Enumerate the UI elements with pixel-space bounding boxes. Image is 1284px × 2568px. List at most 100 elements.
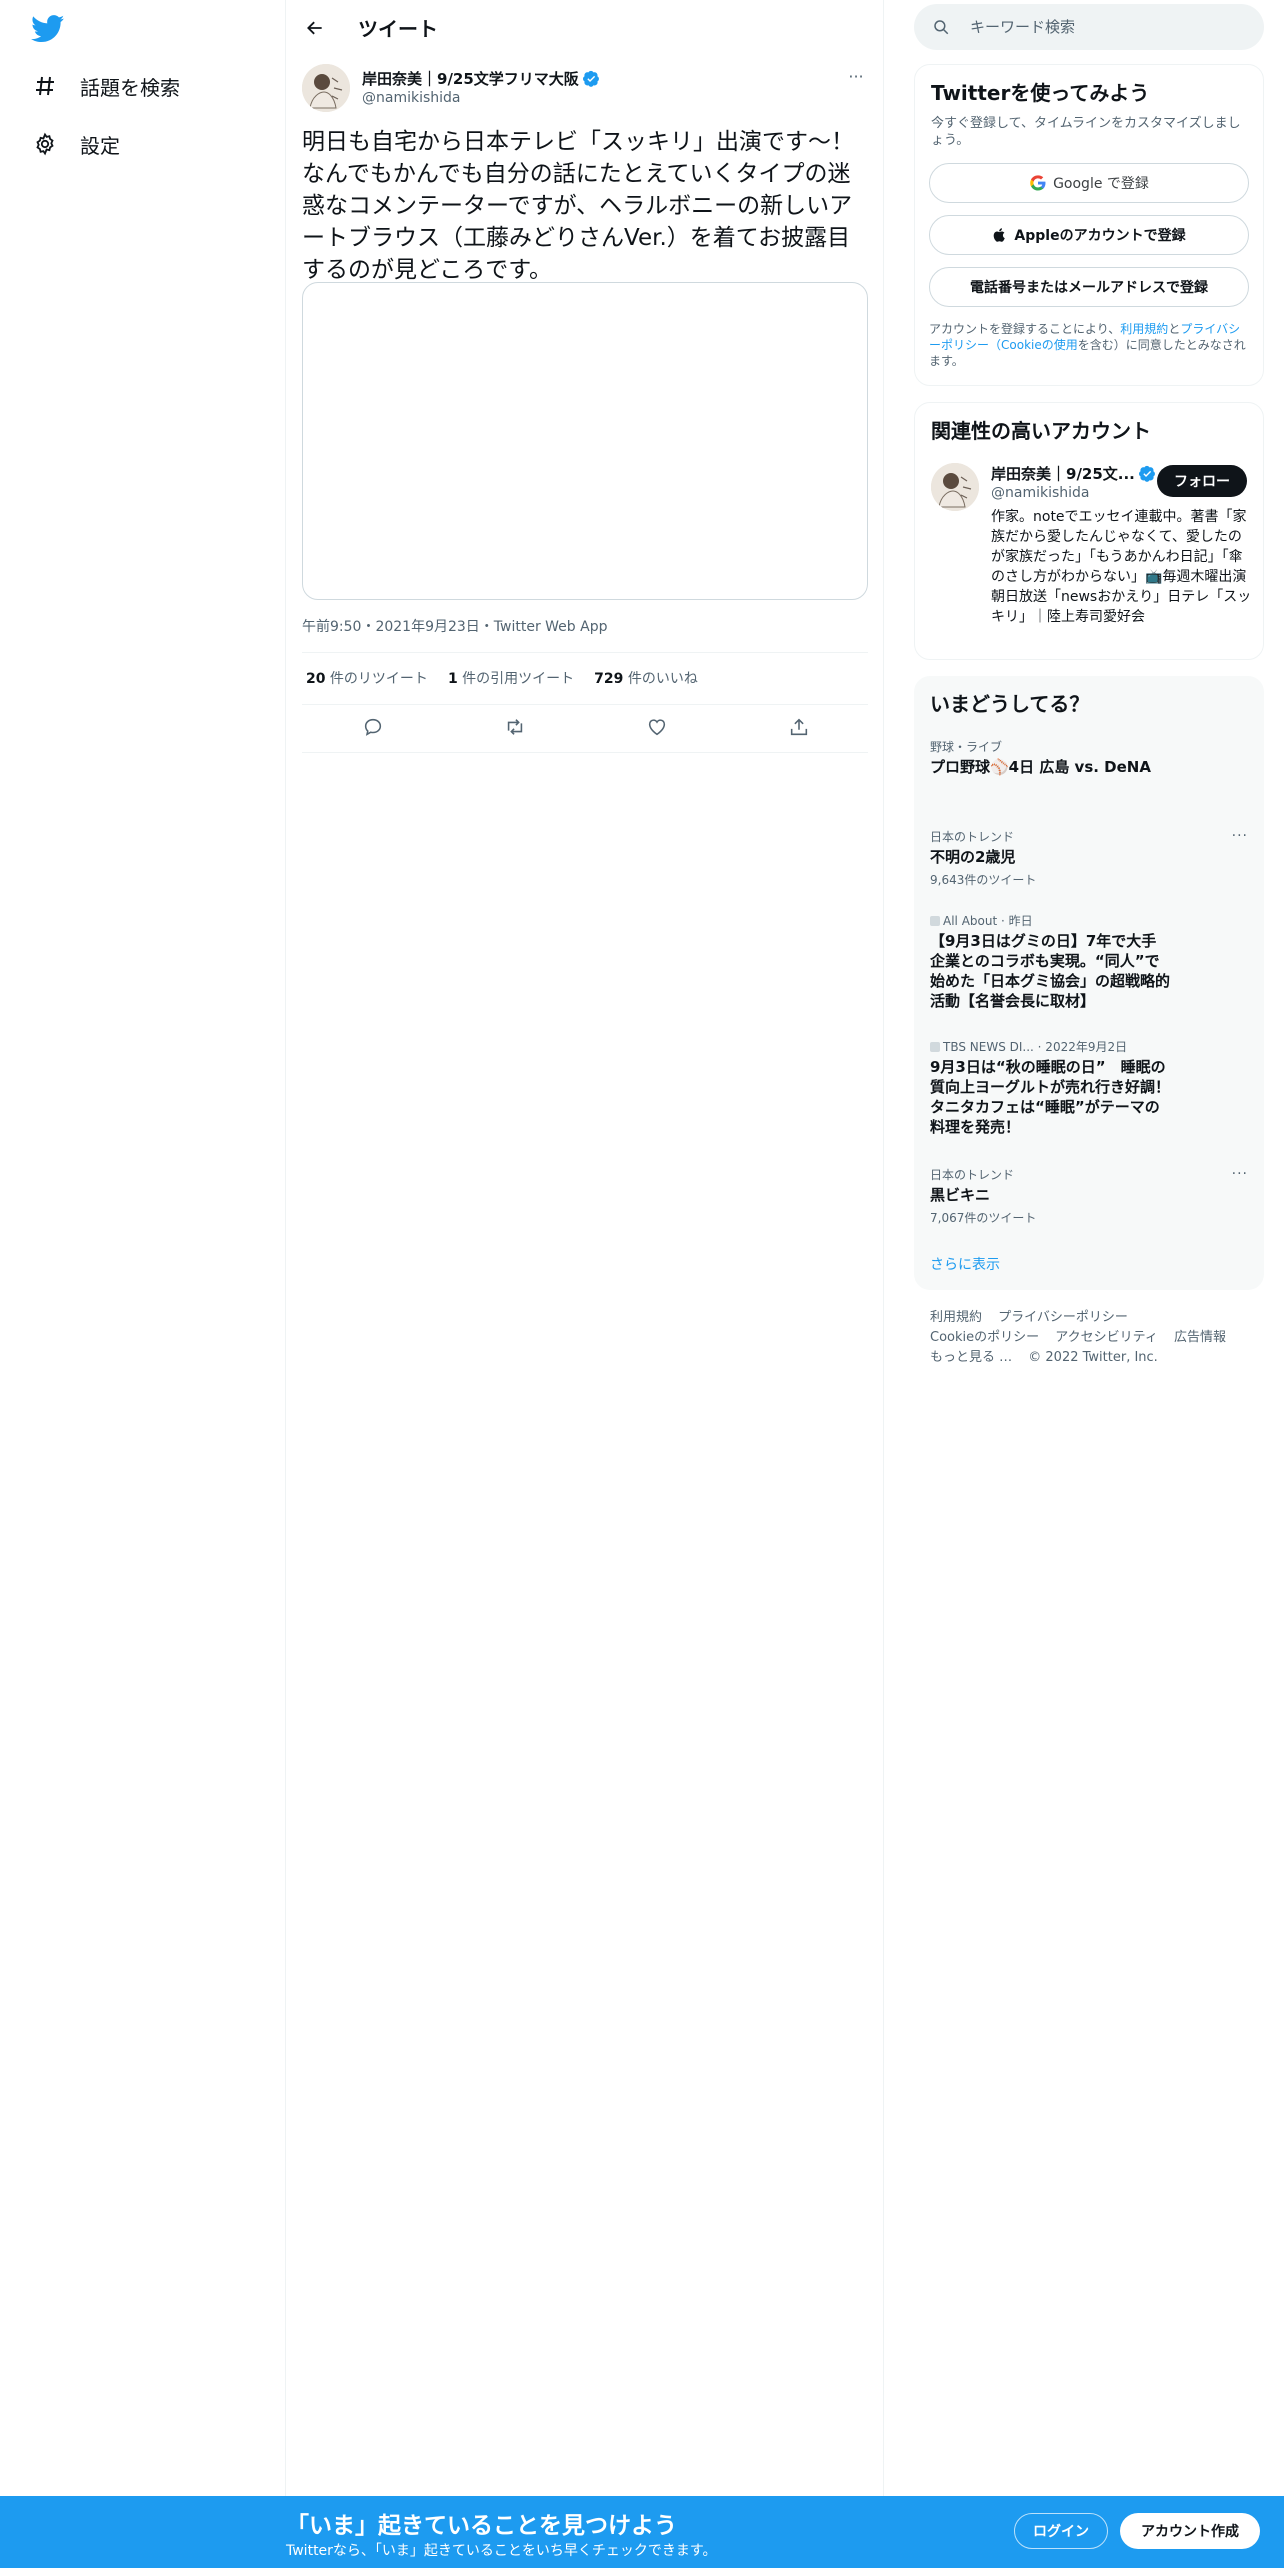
author-handle[interactable]: @namikishida — [362, 90, 461, 106]
quote-count[interactable]: 1 件の引用ツイート — [448, 668, 574, 688]
signup-subtitle: 今すぐ登録して、タイムラインをカスタマイズしましょう。 — [931, 116, 1241, 148]
divider — [302, 752, 868, 753]
back-button[interactable] — [298, 11, 332, 45]
page-title: ツイート — [358, 17, 438, 41]
footer-link-cookies[interactable]: Cookieのポリシー — [930, 1330, 1039, 1345]
apple-signup-button[interactable]: Appleのアカウントで登録 — [929, 215, 1249, 255]
main-column: ツイート 岸田奈美｜9/25文学フリマ大阪 @namikishida ··· 明… — [286, 0, 884, 2568]
news-source: All About · 昨日 — [943, 914, 1033, 928]
reply-icon — [364, 718, 382, 736]
trend-count: 9,643件のツイート — [930, 873, 1037, 887]
bottom-bar-title: 「いま」起きていることを見つけよう — [286, 2513, 677, 2539]
bottom-bar-subtitle: Twitterなら、「いま」起きていることをいち早くチェックできます。 — [286, 2543, 717, 2559]
twitter-bird-icon[interactable] — [31, 15, 65, 43]
hashtag-icon — [30, 71, 60, 101]
trend-more-button[interactable]: ··· — [1232, 1166, 1248, 1182]
avatar[interactable] — [931, 463, 979, 511]
bottom-signup-bar: 「いま」起きていることを見つけよう Twitterなら、「いま」起きていることを… — [0, 2496, 1284, 2568]
nav-explore[interactable]: 話題を検索 — [30, 64, 180, 108]
show-more-link[interactable]: さらに表示 — [930, 1254, 1000, 1274]
left-nav: 話題を検索 設定 — [0, 0, 286, 2568]
terms-link[interactable]: 利用規約 — [1120, 322, 1168, 336]
google-signup-button[interactable]: Google で登録 — [929, 163, 1249, 203]
trend-news-item[interactable]: All About · 昨日 【9月3日はグミの日】7年で大手企業とのコラボも実… — [930, 912, 1248, 1011]
like-count[interactable]: 729 件のいいね — [594, 668, 698, 688]
footer-link-accessibility[interactable]: アクセシビリティ — [1055, 1330, 1158, 1345]
trend-more-button[interactable]: ··· — [1232, 828, 1248, 844]
tweet-text: 明日も自宅から日本テレビ「スッキリ」出演です〜！なんでもかんでも自分の話にたとえ… — [302, 129, 854, 283]
trend-title: プロ野球⚾4日 広島 vs. DeNA — [930, 758, 1151, 776]
nav-settings[interactable]: 設定 — [30, 122, 120, 166]
trend-context: 日本のトレンド — [930, 830, 1015, 844]
create-account-button[interactable]: アカウント作成 — [1120, 2513, 1260, 2549]
phone-signup-button[interactable]: 電話番号またはメールアドレスで登録 — [929, 267, 1249, 307]
phone-signup-label: 電話番号またはメールアドレスで登録 — [970, 280, 1208, 296]
divider — [302, 704, 868, 705]
retweet-count[interactable]: 20 件のリツイート — [306, 668, 428, 688]
signup-title: Twitterを使ってみよう — [931, 81, 1150, 105]
footer-copyright: © 2022 Twitter, Inc. — [1028, 1350, 1158, 1365]
heart-icon — [648, 719, 666, 736]
retweet-icon — [507, 719, 523, 735]
tweet-timestamp[interactable]: 午前9:50・2021年9月23日・Twitter Web App — [302, 616, 607, 636]
trend-count: 7,067件のツイート — [930, 1211, 1037, 1225]
related-title: 関連性の高いアカウント — [931, 419, 1151, 443]
trend-context: 日本のトレンド — [930, 1168, 1015, 1182]
more-options-button[interactable]: ··· — [844, 66, 868, 86]
related-account-handle[interactable]: @namikishida — [991, 485, 1090, 501]
share-button[interactable] — [784, 712, 814, 742]
trend-title: 9月3日は“秋の睡眠の日” 睡眠の質向上ヨーグルトが売れ行き好調！ タニタカフェ… — [930, 1058, 1186, 1136]
signup-card: Twitterを使ってみよう 今すぐ登録して、タイムラインをカスタマイズしましょ… — [914, 64, 1264, 386]
news-source-icon — [930, 1041, 940, 1052]
search-input[interactable] — [970, 12, 1250, 42]
follow-button[interactable]: フォロー — [1157, 465, 1247, 497]
tweet-stats: 20 件のリツイート 1 件の引用ツイート 729 件のいいね — [306, 668, 698, 688]
related-account-bio: 作家。noteでエッセイ連載中。著書「家族だから愛したんじゃなくて、愛したのが家… — [991, 509, 1252, 625]
avatar[interactable] — [302, 64, 350, 112]
legal-text: アカウントを登録することにより、利用規約とプライバシーポリシー（Cookieの使… — [929, 321, 1251, 369]
related-account-name[interactable]: 岸田奈美｜9/25文... — [991, 463, 1156, 484]
related-accounts-card: 関連性の高いアカウント 岸田奈美｜9/25文... @namikishida フ… — [914, 402, 1264, 660]
verified-badge-icon — [582, 70, 599, 87]
tweet-actions — [302, 708, 868, 748]
trends-card: いまどうしてる？ 野球・ライブ プロ野球⚾4日 広島 vs. DeNA 日本のト… — [914, 676, 1264, 1290]
footer-link-privacy[interactable]: プライバシーポリシー — [998, 1310, 1128, 1325]
footer-link-more[interactable]: もっと見る … — [930, 1350, 1012, 1365]
apple-icon — [994, 228, 1006, 242]
related-account-name-text: 岸田奈美｜9/25文... — [991, 465, 1135, 483]
footer-link-ads[interactable]: 広告情報 — [1174, 1330, 1226, 1345]
trend-item[interactable]: 野球・ライブ プロ野球⚾4日 広島 vs. DeNA — [930, 738, 1248, 777]
google-signup-label: Google で登録 — [1053, 176, 1149, 192]
footer-link-terms[interactable]: 利用規約 — [930, 1310, 982, 1325]
trend-context: TBS NEWS DI... · 2022年9月2日 — [930, 1038, 1248, 1055]
login-button[interactable]: ログイン — [1014, 2513, 1108, 2549]
like-button[interactable] — [642, 712, 672, 742]
gear-icon — [30, 129, 60, 159]
media-card[interactable] — [302, 282, 868, 600]
share-icon — [790, 718, 808, 736]
search-icon — [932, 18, 950, 40]
author-name-text: 岸田奈美｜9/25文学フリマ大阪 — [362, 70, 579, 88]
footer-links: 利用規約 プライバシーポリシー Cookieのポリシー アクセシビリティ 広告情… — [930, 1308, 1260, 1368]
trend-item[interactable]: 日本のトレンド 不明の2歳児 9,643件のツイート ··· — [930, 828, 1248, 888]
legal-prefix: アカウントを登録することにより、 — [929, 322, 1121, 336]
trend-context: All About · 昨日 — [930, 912, 1248, 929]
trend-title: 黒ビキニ — [930, 1186, 991, 1204]
legal-and: と — [1168, 322, 1181, 336]
reply-button[interactable] — [358, 712, 388, 742]
search-box[interactable] — [914, 4, 1264, 50]
apple-signup-label: Appleのアカウントで登録 — [1014, 228, 1186, 244]
back-arrow-icon — [307, 21, 322, 35]
verified-badge-icon — [1138, 465, 1155, 482]
retweet-button[interactable] — [500, 712, 530, 742]
news-source: TBS NEWS DI... · 2022年9月2日 — [943, 1040, 1128, 1054]
divider — [302, 652, 868, 653]
nav-label-settings: 設定 — [80, 133, 120, 158]
main-header: ツイート — [286, 0, 884, 54]
trend-news-item[interactable]: TBS NEWS DI... · 2022年9月2日 9月3日は“秋の睡眠の日”… — [930, 1038, 1248, 1137]
trend-item[interactable]: 日本のトレンド 黒ビキニ 7,067件のツイート ··· — [930, 1166, 1248, 1226]
news-source-icon — [930, 915, 940, 926]
author-name[interactable]: 岸田奈美｜9/25文学フリマ大阪 — [362, 68, 600, 89]
google-icon — [1030, 175, 1046, 191]
nav-label-explore: 話題を検索 — [80, 75, 180, 100]
